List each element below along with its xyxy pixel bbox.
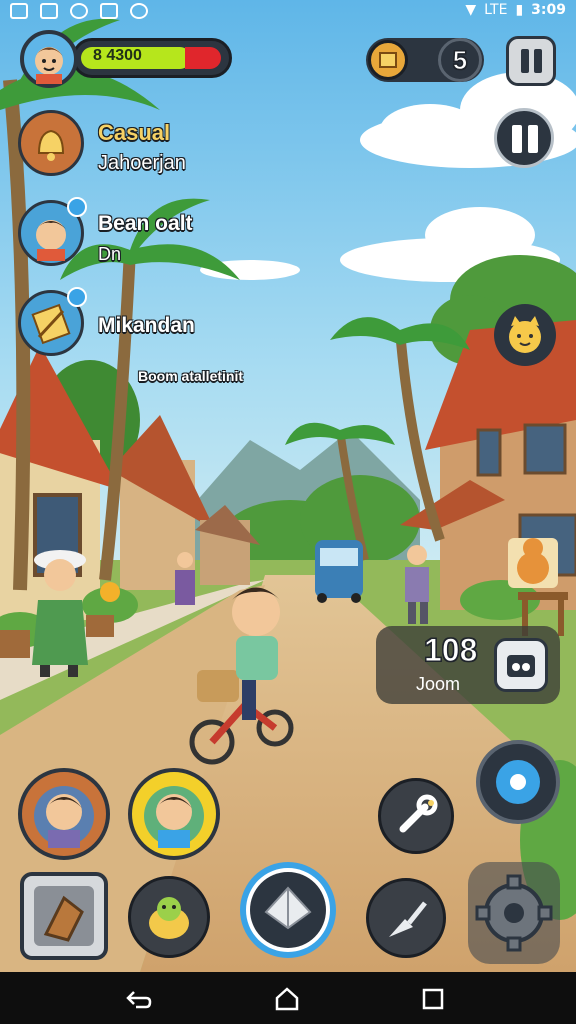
currency-value: 5 — [452, 45, 468, 76]
cat-face-icon — [509, 316, 541, 353]
pause-icon — [512, 125, 522, 153]
quest-subtitle: Jahoerjan — [98, 152, 186, 174]
android-nav-bar — [0, 972, 576, 1024]
quest-hint: Boom atalletinit — [138, 368, 244, 384]
quest-title: Casual — [98, 120, 171, 145]
player-avatar[interactable] — [20, 30, 78, 88]
back-icon[interactable] — [126, 988, 152, 1010]
pet-turtle-button[interactable] — [128, 876, 210, 958]
wifi-icon: ▼ — [465, 2, 477, 18]
recents-icon[interactable] — [422, 988, 444, 1010]
gear-icon — [475, 874, 553, 952]
wrench-icon — [399, 794, 438, 833]
counter-panel: 108 Joom — [376, 626, 560, 704]
xp-bar: 8 4300 — [72, 38, 232, 78]
turtle-icon — [149, 897, 189, 939]
tools-button[interactable] — [378, 778, 454, 854]
clock: 3:09 — [531, 2, 566, 18]
main-action-button[interactable] — [240, 862, 336, 958]
pause-button[interactable] — [494, 108, 554, 168]
notification-badge — [67, 197, 87, 217]
quest-icon-bean[interactable] — [18, 197, 87, 266]
settings-button[interactable] — [468, 862, 560, 964]
status-right: ▼ LTE ▮ 3:09 — [465, 2, 566, 18]
shovel-button[interactable] — [366, 878, 446, 958]
avatar-face-icon — [35, 47, 63, 84]
coin-icon — [368, 40, 408, 80]
chest-icon — [507, 655, 535, 677]
counter-label: Joom — [416, 674, 461, 694]
quest-icon-casual[interactable] — [18, 110, 84, 176]
camera-button[interactable] — [476, 740, 560, 824]
character-slot-1[interactable] — [18, 768, 110, 860]
home-icon[interactable] — [274, 986, 300, 1012]
currency-pill: 5 — [366, 38, 484, 82]
pet-button[interactable] — [494, 304, 556, 366]
blue-van — [315, 540, 363, 603]
boy-face-icon — [34, 786, 94, 848]
boy-face-icon — [144, 786, 204, 848]
inventory-button[interactable] — [494, 638, 548, 692]
notification-icon — [10, 3, 28, 19]
quest-subtitle: Dn — [98, 244, 122, 264]
chat-icon — [130, 3, 148, 19]
notification-icon — [40, 3, 58, 19]
network-label: LTE — [484, 2, 508, 18]
bell-icon — [37, 129, 65, 161]
sync-icon — [70, 3, 88, 19]
currency-badge[interactable]: 5 — [438, 38, 482, 82]
map-icon — [250, 872, 326, 948]
status-bar: ▼ LTE ▮ 3:09 — [0, 0, 576, 24]
notification-icons — [10, 3, 148, 19]
pause-icon — [521, 49, 529, 73]
quest-title: Mikandan — [98, 314, 195, 337]
battery-icon: ▮ — [515, 2, 524, 18]
character-slot-2[interactable] — [128, 768, 220, 860]
notification-badge — [67, 287, 87, 307]
xp-bar-remaining — [185, 47, 221, 69]
quest-title: Bean oalt — [98, 212, 193, 235]
shovel-icon — [389, 901, 427, 937]
counter-value: 108 — [423, 632, 478, 669]
pause-button-small[interactable] — [506, 36, 556, 86]
xp-value: 8 4300 — [93, 47, 142, 64]
bag-button[interactable] — [20, 872, 108, 960]
cookie-icon — [34, 886, 94, 946]
quest-icon-mikandan[interactable] — [18, 287, 87, 356]
notification-icon — [100, 3, 118, 19]
